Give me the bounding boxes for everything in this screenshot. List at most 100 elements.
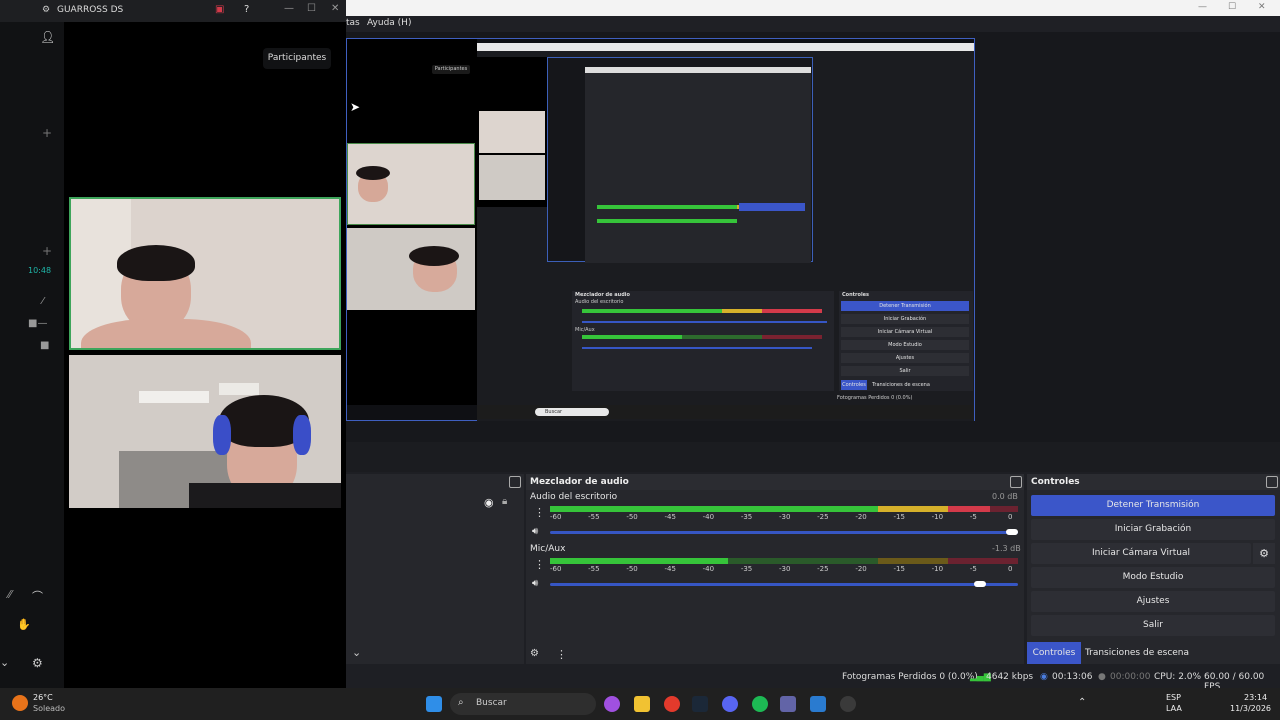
volume-track[interactable] bbox=[550, 531, 1018, 534]
nested-btn-4: Ajustes bbox=[841, 353, 969, 363]
screen-share-icon[interactable]: ▣ bbox=[215, 4, 224, 15]
track-menu-icon[interactable]: ⋮ bbox=[534, 506, 545, 519]
nested-tab-0: Controles bbox=[841, 380, 867, 390]
meter-tick-label: -55 bbox=[588, 565, 600, 573]
add-participant-icon[interactable]: 👤︎ bbox=[40, 30, 55, 44]
studio-mode-button[interactable]: Modo Estudio bbox=[1031, 567, 1275, 588]
clock-date[interactable]: 11/3/2026 bbox=[1230, 704, 1271, 713]
nested-call-column: Participantes bbox=[347, 39, 477, 405]
clock-time[interactable]: 23:14 bbox=[1244, 693, 1267, 702]
headset-icon[interactable]: ⌒ bbox=[32, 588, 43, 604]
meter-tick-label: -40 bbox=[702, 513, 715, 521]
meter-tick-label: -30 bbox=[779, 565, 791, 573]
volume-knob[interactable] bbox=[1006, 529, 1018, 535]
copilot-icon[interactable] bbox=[604, 696, 620, 712]
desktop-volume-slider[interactable] bbox=[550, 529, 1018, 536]
bitrate: 4642 kbps bbox=[986, 672, 1034, 682]
start-virtual-camera-button[interactable]: Iniciar Cámara Virtual bbox=[1031, 543, 1251, 564]
weather-desc: Soleado bbox=[33, 704, 65, 713]
video-tile-2[interactable] bbox=[69, 355, 341, 508]
menu-item-partial[interactable]: tas bbox=[346, 18, 360, 28]
obs-icon[interactable] bbox=[840, 696, 856, 712]
start-icon[interactable] bbox=[426, 696, 442, 712]
deafen-icon[interactable]: ⁄⁄ bbox=[8, 588, 12, 601]
maximize-icon[interactable]: ☐ bbox=[307, 3, 316, 14]
track-db-mic: -1.3 dB bbox=[992, 544, 1021, 553]
add-icon[interactable]: + bbox=[42, 244, 52, 258]
video-icon[interactable]: ■ bbox=[40, 340, 49, 351]
dock-float-icon[interactable] bbox=[1010, 476, 1022, 488]
exit-button[interactable]: Salir bbox=[1031, 615, 1275, 636]
file-explorer-icon[interactable] bbox=[634, 696, 650, 712]
gear-icon[interactable]: ⚙ bbox=[32, 656, 43, 670]
nested-tab-1: Transiciones de escena bbox=[872, 382, 930, 388]
dock-float-icon[interactable] bbox=[509, 476, 521, 488]
lock-icon[interactable]: 🔒︎ bbox=[502, 496, 507, 507]
meter-fill bbox=[550, 506, 878, 512]
help-icon[interactable]: ? bbox=[244, 4, 249, 15]
meter-fill bbox=[550, 558, 728, 564]
meter-tick-label: -45 bbox=[664, 513, 676, 521]
minimize-icon[interactable]: — bbox=[284, 3, 294, 14]
start-recording-button[interactable]: Iniciar Grabación bbox=[1031, 519, 1275, 540]
settings-button[interactable]: Ajustes bbox=[1031, 591, 1275, 612]
language-layout[interactable]: LAA bbox=[1166, 704, 1182, 713]
add-icon[interactable]: + bbox=[42, 126, 52, 140]
menu-item-help[interactable]: Ayuda (H) bbox=[367, 18, 411, 28]
language[interactable]: ESP bbox=[1166, 693, 1181, 702]
steam-icon[interactable] bbox=[692, 696, 708, 712]
meter-zone bbox=[877, 558, 948, 564]
soundboard-icon[interactable]: ✋ bbox=[17, 618, 31, 631]
meter-tick-label: -35 bbox=[740, 513, 753, 521]
nested-mixer-title: Mezclador de audio bbox=[575, 292, 630, 298]
audio-mixer-title: Mezclador de audio bbox=[526, 474, 1024, 490]
mute-mic-icon[interactable]: ⁄ bbox=[42, 296, 44, 307]
maximize-icon[interactable]: ☐ bbox=[1228, 2, 1236, 12]
search-icon: ⌕ bbox=[458, 697, 464, 708]
volume-track[interactable] bbox=[550, 583, 1018, 586]
nested-mixer: Mezclador de audio Audio del escritorio … bbox=[572, 291, 834, 391]
virtual-camera-settings-icon[interactable]: ⚙ bbox=[1253, 543, 1275, 564]
call-sidebar: 👤︎ + + 10:48 ⁄ ■— ■ ⁄⁄ ⌒ ✋ ⌄ ⚙ bbox=[0, 22, 64, 688]
meter-tick-label: -10 bbox=[931, 513, 944, 521]
meter-tick-label: -5 bbox=[969, 565, 977, 573]
stream-preview[interactable]: Participantes Mezclador de audio Audio d… bbox=[346, 38, 975, 421]
mic-volume-slider[interactable] bbox=[550, 581, 1018, 588]
discord-icon[interactable] bbox=[722, 696, 738, 712]
meter-tick-label: -30 bbox=[779, 513, 791, 521]
nested-btn-3: Modo Estudio bbox=[841, 340, 969, 350]
weather-temp: 26°C bbox=[33, 693, 53, 702]
minimize-icon[interactable]: — bbox=[1198, 2, 1207, 12]
mixer-menu-icon[interactable]: ⋮ bbox=[556, 648, 567, 661]
nested-btn-0: Detener Transmisión bbox=[841, 301, 969, 311]
dropped-frames: Fotogramas Perdidos 0 (0.0%) bbox=[842, 672, 978, 682]
mixer-settings-icon[interactable]: ⚙ bbox=[530, 648, 539, 659]
camera-icon[interactable]: ■— bbox=[28, 318, 47, 329]
search-placeholder: Buscar bbox=[476, 698, 507, 708]
spotify-icon[interactable] bbox=[752, 696, 768, 712]
chevron-up-icon[interactable]: ⌃ bbox=[1078, 697, 1086, 708]
tab-scene-transitions[interactable]: Transiciones de escena bbox=[1084, 642, 1190, 664]
teams-icon[interactable] bbox=[780, 696, 796, 712]
speaker-icon[interactable]: 🔊︎ bbox=[532, 578, 538, 589]
speaker-icon[interactable]: 🔊︎ bbox=[532, 526, 538, 537]
stop-stream-button[interactable]: Detener Transmisión bbox=[1031, 495, 1275, 516]
meter-tick-label: -60 bbox=[550, 565, 562, 573]
close-icon[interactable]: ✕ bbox=[1258, 2, 1266, 12]
track-menu-icon[interactable]: ⋮ bbox=[534, 558, 545, 571]
voice-icon[interactable]: ⌄ bbox=[0, 656, 9, 669]
eye-icon[interactable]: ◉ bbox=[484, 496, 494, 509]
chevron-down-icon[interactable]: ⌄ bbox=[352, 646, 361, 659]
volume-knob[interactable] bbox=[974, 581, 987, 587]
dock-float-icon[interactable] bbox=[1266, 476, 1278, 488]
chrome-icon[interactable] bbox=[664, 696, 680, 712]
separator-area bbox=[346, 442, 1280, 472]
taskbar-search[interactable]: ⌕ Buscar bbox=[450, 693, 596, 715]
sources-dock: ◉ 🔒︎ ⌄ bbox=[346, 474, 524, 664]
meter-tick-label: -20 bbox=[855, 513, 867, 521]
nested-track-2: Mic/Aux bbox=[575, 327, 595, 333]
tab-controls[interactable]: Controles bbox=[1027, 642, 1081, 664]
photos-icon[interactable] bbox=[810, 696, 826, 712]
close-icon[interactable]: ✕ bbox=[331, 3, 339, 14]
video-tile-1[interactable] bbox=[69, 197, 341, 350]
